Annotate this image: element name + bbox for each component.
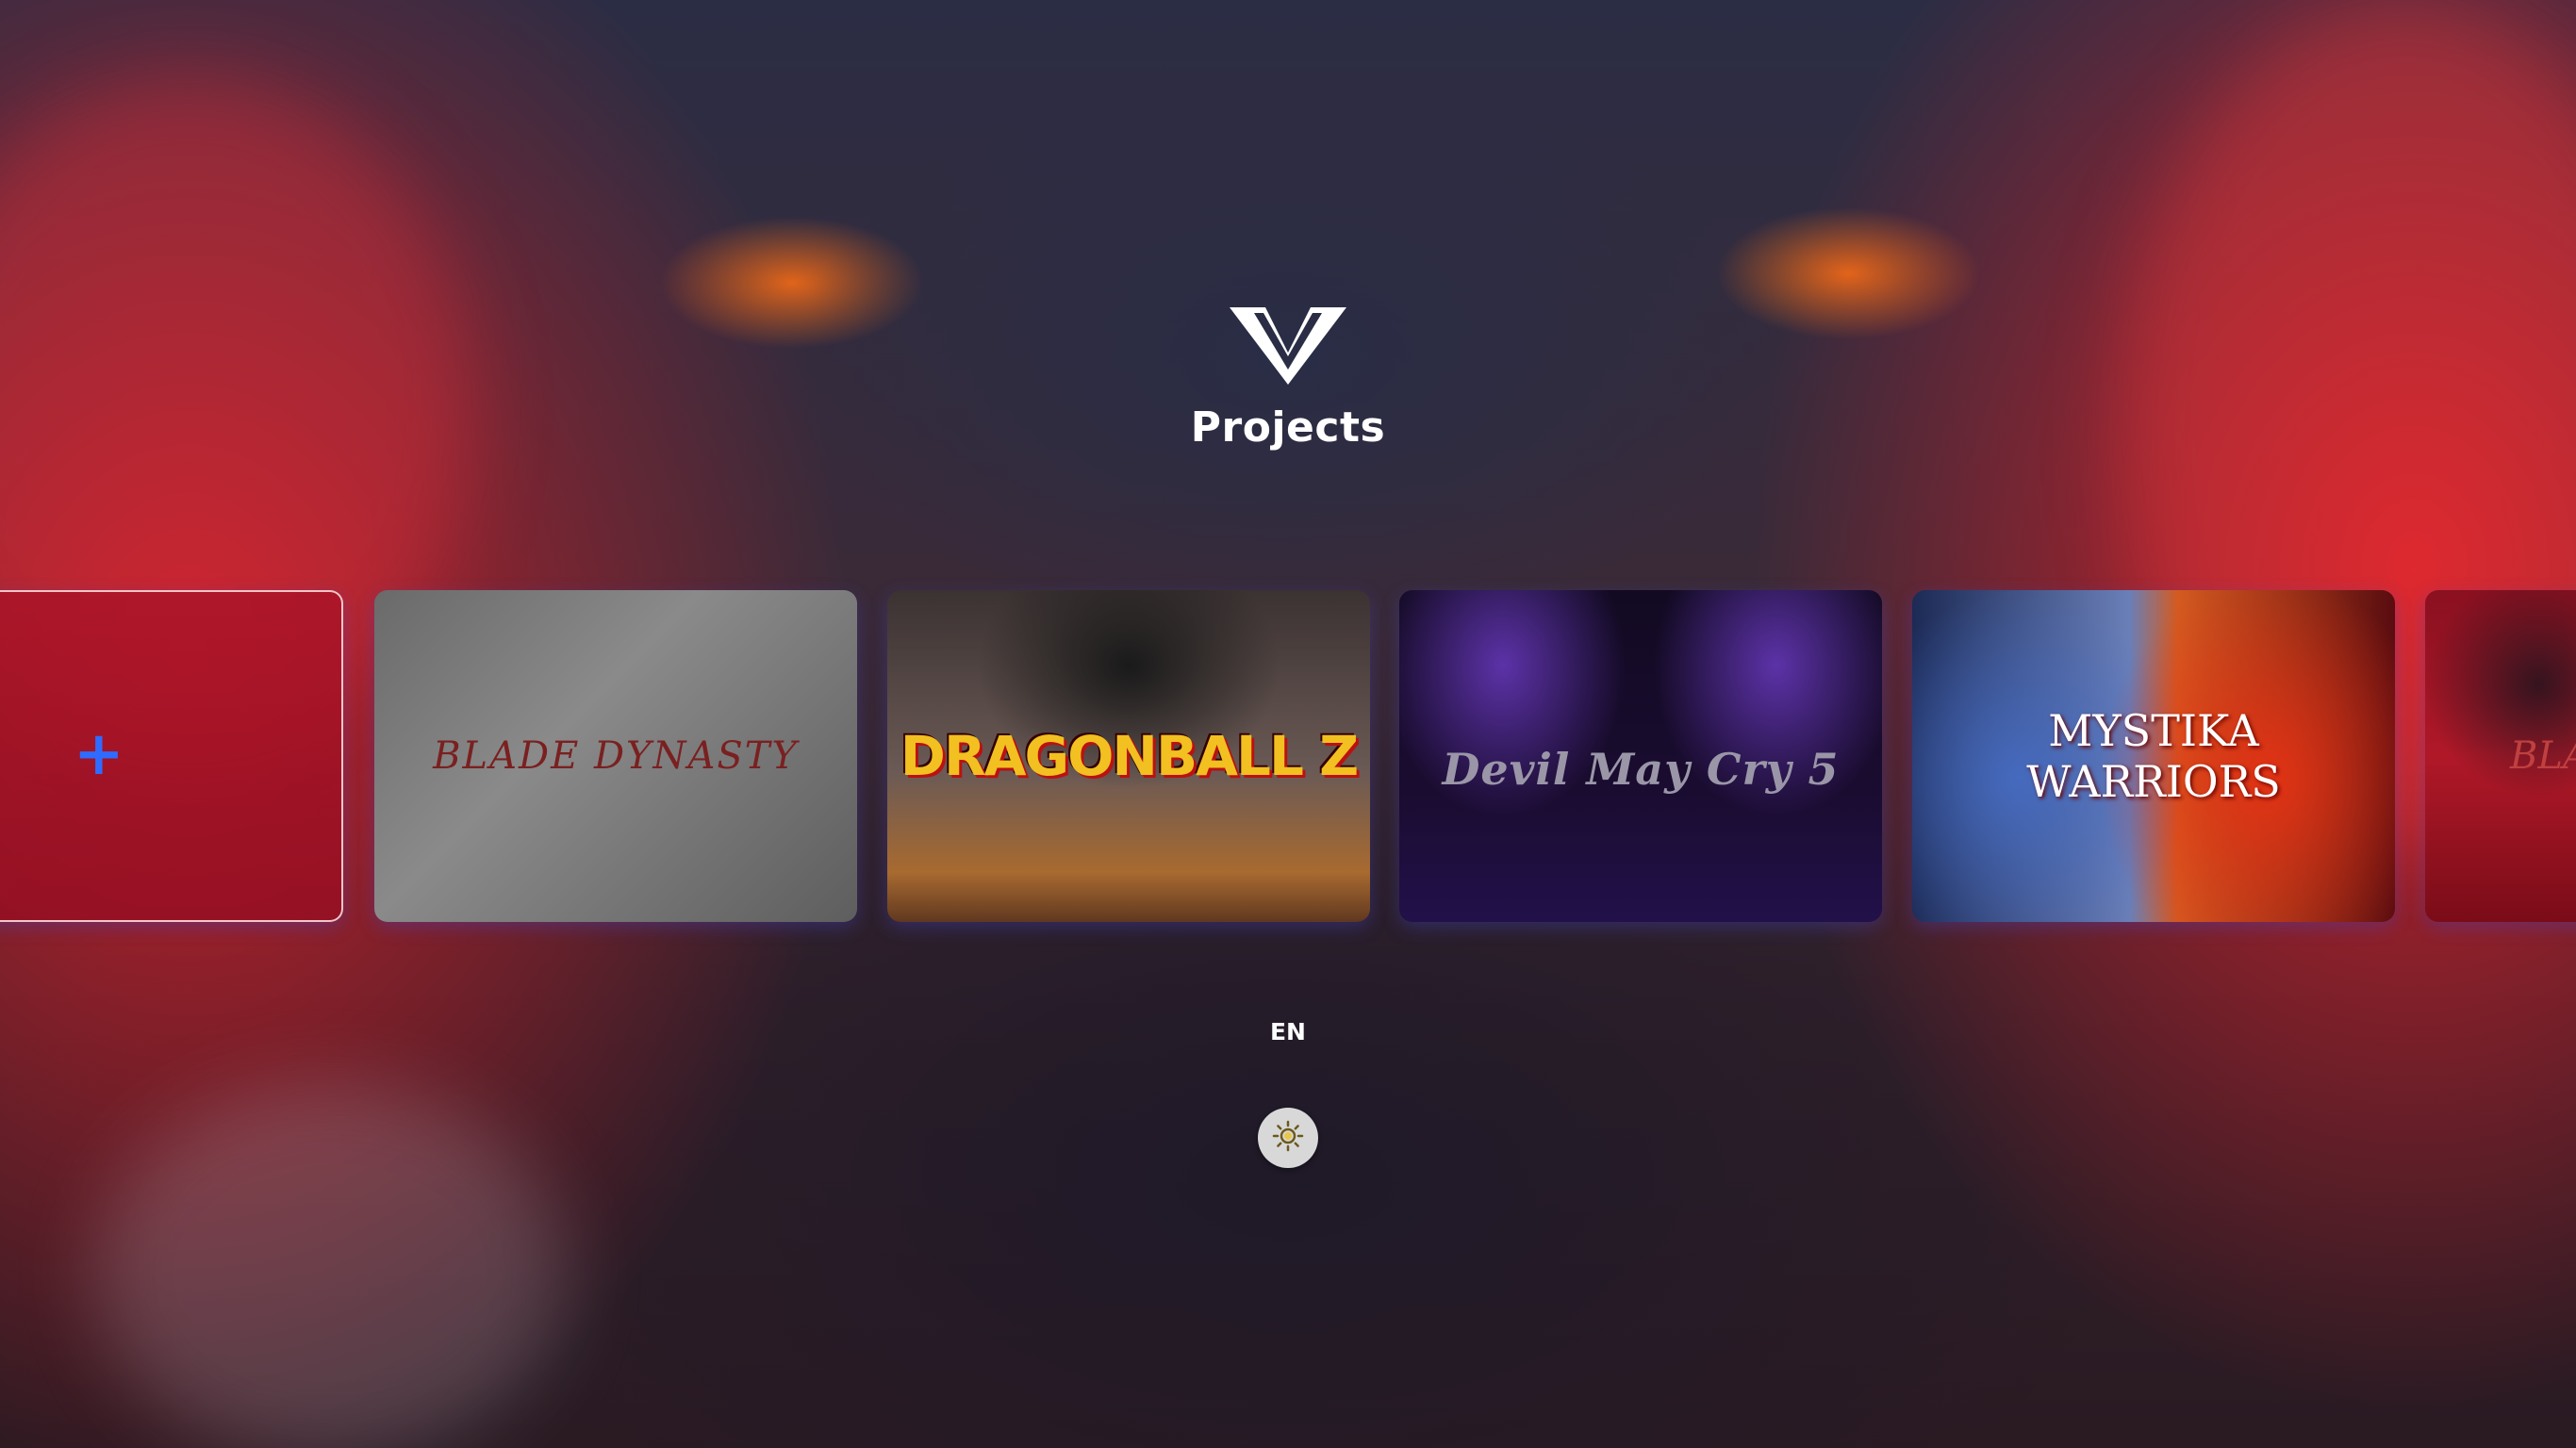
- app-background: Projects + BLADE DYNASTY DRAGONBALL Z De…: [0, 0, 2576, 1448]
- sun-icon: [1272, 1120, 1304, 1156]
- project-card-title: DRAGONBALL Z: [900, 724, 1359, 788]
- project-card-title: BLA: [2510, 734, 2576, 778]
- plus-icon: +: [74, 719, 124, 789]
- project-card-title-line: WARRIORS: [2026, 756, 2281, 807]
- project-card[interactable]: DRAGONBALL Z: [887, 590, 1370, 922]
- add-project-button[interactable]: +: [0, 590, 343, 922]
- project-card-title: MYSTIKA WARRIORS: [1912, 705, 2395, 807]
- project-card[interactable]: BLADE DYNASTY: [374, 590, 857, 922]
- project-card[interactable]: BLA: [2425, 590, 2576, 922]
- theme-toggle-button[interactable]: [1258, 1108, 1318, 1168]
- projects-carousel[interactable]: + BLADE DYNASTY DRAGONBALL Z Devil May C…: [0, 590, 2576, 922]
- language-selector[interactable]: EN: [0, 1018, 2576, 1045]
- project-card-title: BLADE DYNASTY: [433, 734, 799, 778]
- background-art: [94, 1084, 566, 1448]
- app-logo-icon: [1226, 304, 1350, 388]
- project-card[interactable]: Devil May Cry 5: [1399, 590, 1882, 922]
- project-card-title-line: MYSTIKA: [2048, 705, 2259, 756]
- project-card-title: Devil May Cry 5: [1442, 744, 1840, 796]
- project-card[interactable]: MYSTIKA WARRIORS: [1912, 590, 2395, 922]
- page-title: Projects: [1190, 403, 1386, 452]
